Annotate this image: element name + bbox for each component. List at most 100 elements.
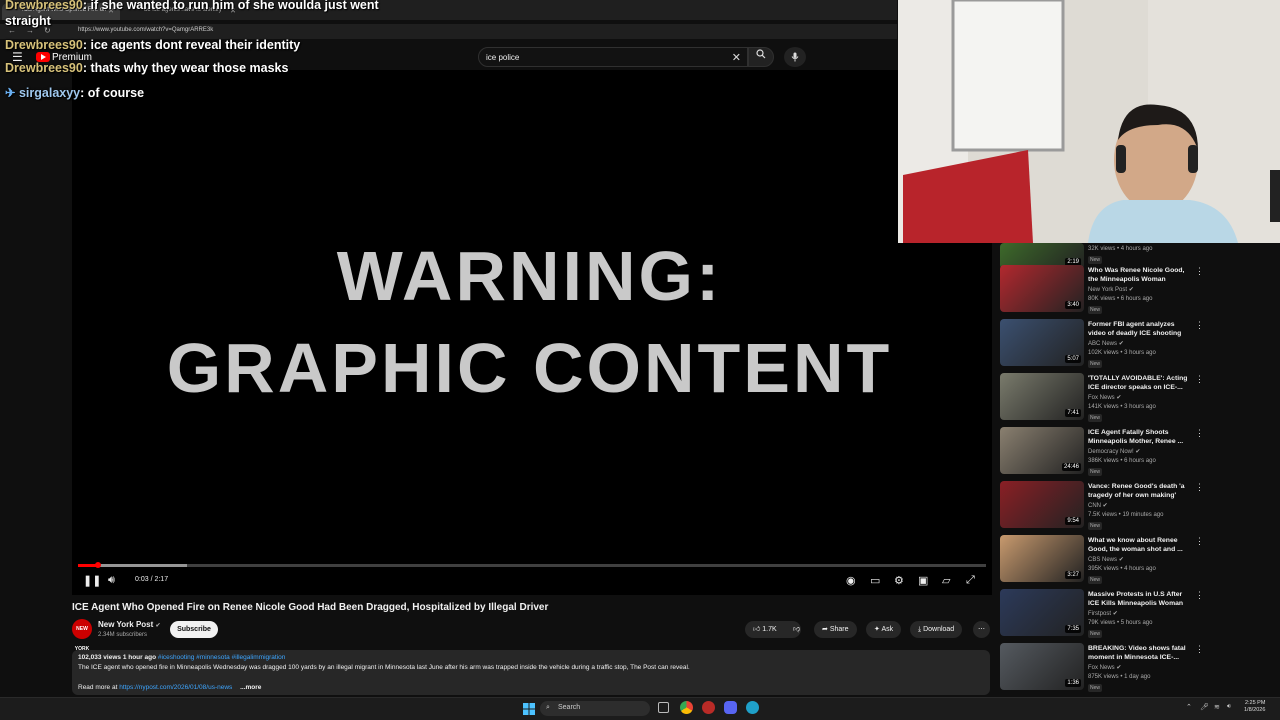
discord-icon[interactable]: [724, 701, 737, 714]
cast-icon[interactable]: ▱: [942, 574, 950, 587]
channel-name[interactable]: New York Post ✔: [98, 620, 161, 629]
download-button[interactable]: ⤓ Download: [910, 621, 963, 638]
autoplay-toggle[interactable]: ◉: [846, 574, 856, 587]
recommended-title[interactable]: BREAKING: Video shows fatal moment in Mi…: [1088, 644, 1188, 662]
recommended-channel[interactable]: ABC News ✔: [1088, 340, 1124, 347]
new-badge: New: [1088, 256, 1103, 264]
recommended-channel[interactable]: Firstpost ✔: [1088, 610, 1118, 617]
description-link[interactable]: https://nypost.com/2026/01/08/us-news: [119, 684, 232, 691]
more-vert-icon[interactable]: ⋮: [1195, 374, 1204, 385]
chrome-icon[interactable]: [680, 701, 693, 714]
microphone-button[interactable]: [784, 47, 806, 67]
more-vert-icon[interactable]: ⋮: [1195, 320, 1204, 331]
verified-icon: ✔: [1112, 611, 1118, 617]
more-actions-button[interactable]: ⋯: [973, 621, 990, 638]
volume-icon[interactable]: 🔊︎: [108, 574, 115, 587]
recommended-video[interactable]: 7:41 'TOTALLY AVOIDABLE': Acting ICE dire…: [1000, 373, 1270, 425]
pause-icon[interactable]: ❚❚: [83, 574, 101, 587]
new-badge: New: [1088, 522, 1103, 530]
recommended-video[interactable]: 5:07 Former FBI agent analyzes video of d…: [1000, 319, 1270, 371]
search-button[interactable]: [748, 47, 774, 67]
video-thumbnail[interactable]: 24:46: [1000, 427, 1084, 474]
recommended-video[interactable]: 3:27 What we know about Renee Good, the w…: [1000, 535, 1270, 587]
recommended-video[interactable]: 7:35 Massive Protests in U.S After ICE Ki…: [1000, 589, 1270, 641]
search-input[interactable]: ice police ✕: [478, 47, 748, 67]
recommended-video[interactable]: 9:54 Vance: Renee Good's death 'a tragedy…: [1000, 481, 1270, 533]
recommended-title[interactable]: Former FBI agent analyzes video of deadl…: [1088, 320, 1188, 339]
recommended-title[interactable]: Massive Protests in U.S After ICE Kills …: [1088, 590, 1188, 609]
miniplayer-icon[interactable]: ▣: [918, 574, 928, 587]
tray-chevron-icon[interactable]: ⌃: [1186, 703, 1192, 711]
new-badge: New: [1088, 576, 1103, 584]
windows-start-icon[interactable]: [523, 702, 535, 715]
app-icon[interactable]: [702, 701, 715, 714]
video-thumbnail[interactable]: 7:35: [1000, 589, 1084, 636]
description-box[interactable]: 102,033 views 1 hour ago #iceshooting #m…: [72, 650, 990, 695]
recommended-video[interactable]: 24:46 ICE Agent Fatally Shoots Minneapoli…: [1000, 427, 1270, 479]
more-vert-icon[interactable]: ⋮: [1195, 536, 1204, 547]
recommended-title[interactable]: Vance: Renee Good's death 'a tragedy of …: [1088, 482, 1188, 500]
speaker-icon[interactable]: 🔉︎: [1227, 703, 1231, 711]
microphone-icon: [791, 52, 799, 62]
fullscreen-icon[interactable]: ⤢: [966, 574, 975, 587]
edge-icon[interactable]: [746, 701, 759, 714]
channel-avatar[interactable]: NEW YORK POST: [72, 619, 92, 672]
dislike-button[interactable]: 👎︎: [789, 621, 804, 638]
video-player[interactable]: WARNING: GRAPHIC CONTENT: [72, 70, 992, 595]
recommended-channel[interactable]: Fox News ✔: [1088, 394, 1121, 401]
description-meta: 102,033 views 1 hour ago #iceshooting #m…: [78, 654, 285, 661]
ask-label: Ask: [881, 626, 894, 633]
verified-icon: ✔: [1135, 449, 1141, 455]
recommended-views: 875K views • 1 day ago: [1088, 674, 1151, 680]
hashtags[interactable]: #iceshooting #minnesota #illegalimmigrat…: [158, 654, 286, 661]
more-vert-icon[interactable]: ⋮: [1195, 482, 1204, 493]
verified-icon: ✔: [1116, 665, 1122, 671]
recommended-title[interactable]: Who Was Renee Nicole Good, the Minneapol…: [1088, 266, 1188, 285]
video-thumbnail[interactable]: 3:27: [1000, 535, 1084, 582]
captions-icon[interactable]: ▭: [870, 574, 880, 587]
video-thumbnail[interactable]: 7:41: [1000, 373, 1084, 420]
system-clock[interactable]: 2:25 PM 1/8/2026: [1244, 700, 1265, 714]
subscribe-button[interactable]: Subscribe: [170, 621, 218, 638]
warning-heading: WARNING:: [336, 237, 723, 315]
recommended-channel[interactable]: CNN ✔: [1088, 502, 1108, 509]
microphone-icon[interactable]: 🎤︎: [1200, 703, 1209, 711]
video-duration: 24:46: [1061, 463, 1081, 471]
video-thumbnail[interactable]: 1:36: [1000, 643, 1084, 690]
share-button[interactable]: ➦ Share: [814, 621, 857, 638]
progress-bar[interactable]: [78, 564, 986, 567]
more-vert-icon[interactable]: ⋮: [1195, 590, 1204, 601]
webcam-overlay: [898, 0, 1280, 243]
settings-icon[interactable]: ⚙: [894, 574, 904, 587]
video-duration: 1:36: [1065, 679, 1081, 687]
verified-icon: ✔: [1128, 287, 1134, 293]
recommended-video[interactable]: 3:40 Who Was Renee Nicole Good, the Minne…: [1000, 265, 1270, 317]
scrubber-handle[interactable]: [95, 562, 101, 568]
thumbs-up-icon: 👍︎: [753, 626, 761, 633]
streamer-webcam-image: [898, 0, 1280, 243]
video-thumbnail[interactable]: 3:40: [1000, 265, 1084, 312]
recommended-title[interactable]: 'TOTALLY AVOIDABLE': Acting ICE director…: [1088, 374, 1188, 392]
taskbar-search[interactable]: ⌕ Search: [540, 701, 650, 716]
more-vert-icon[interactable]: ⋮: [1195, 428, 1204, 439]
clear-icon[interactable]: ✕: [732, 51, 741, 64]
show-more-button[interactable]: ...more: [240, 684, 261, 691]
new-badge: New: [1088, 360, 1103, 368]
recommended-channel[interactable]: Fox News ✔: [1088, 664, 1121, 671]
recommended-title[interactable]: What we know about Renee Good, the woman…: [1088, 536, 1188, 554]
task-view-icon[interactable]: [658, 702, 669, 713]
more-vert-icon[interactable]: ⋮: [1195, 266, 1204, 277]
new-badge: New: [1088, 306, 1103, 314]
recommended-video[interactable]: 1:36 BREAKING: Video shows fatal moment i…: [1000, 643, 1270, 695]
recommended-channel[interactable]: New York Post ✔: [1088, 286, 1134, 293]
wifi-icon[interactable]: ≋: [1214, 703, 1220, 711]
recommended-views: 32K views • 4 hours ago: [1088, 246, 1153, 252]
video-thumbnail[interactable]: 9:54: [1000, 481, 1084, 528]
more-vert-icon[interactable]: ⋮: [1195, 644, 1204, 655]
recommended-channel[interactable]: CBS News ✔: [1088, 556, 1124, 563]
recommended-title[interactable]: ICE Agent Fatally Shoots Minneapolis Mot…: [1088, 428, 1188, 446]
video-thumbnail[interactable]: 5:07: [1000, 319, 1084, 366]
chat-text: ice agents dont reveal their identity: [90, 38, 301, 52]
recommended-channel[interactable]: Democracy Now! ✔: [1088, 448, 1140, 455]
ask-button[interactable]: ✦ Ask: [866, 621, 902, 638]
